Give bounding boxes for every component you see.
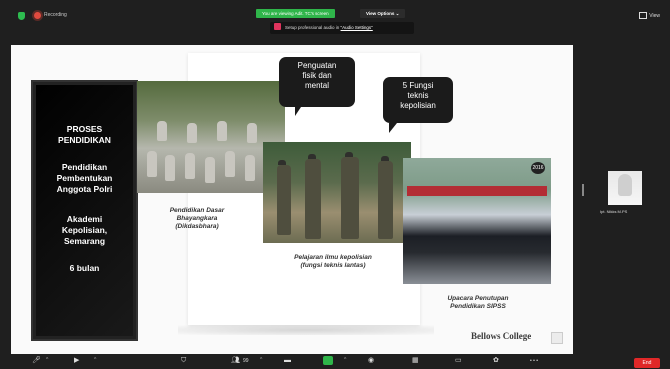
trainee-figure — [187, 123, 197, 143]
microphone-icon[interactable]: 🎤︎ — [32, 356, 41, 366]
slide-shadow — [178, 325, 434, 335]
view-button[interactable]: View — [639, 12, 660, 19]
box-line: Kepolisian, — [61, 225, 108, 235]
chevron-up-icon[interactable]: ^ — [260, 357, 262, 363]
breakout-icon[interactable]: ▦ — [412, 356, 419, 366]
participant-video-tile[interactable] — [608, 171, 642, 205]
audio-settings-icon — [274, 23, 281, 31]
caption-upacara: Upacara Penutupan Pendidikan SIPSS — [423, 295, 533, 311]
box-line: Pembentukan — [56, 173, 113, 183]
callout-line: teknis — [407, 91, 429, 100]
participants-icon[interactable]: 👥︎ — [231, 356, 240, 366]
caption-line: Pelajaran ilmu kepolisian — [294, 254, 372, 261]
ceremony-banner — [407, 186, 547, 196]
more-icon[interactable]: • • • — [530, 356, 538, 366]
trainee-figure — [157, 121, 167, 141]
trainee-figure — [165, 155, 175, 181]
view-button-label: View — [649, 12, 660, 19]
trainee-figure — [185, 153, 195, 179]
trainee-figure — [247, 123, 257, 143]
officer-figure — [277, 165, 291, 235]
box-line: Akademi — [66, 214, 103, 224]
caption-pelajaran: Pelajaran ilmu kepolisian (fungsi teknis… — [273, 254, 393, 270]
caption-line: (Dikdasbhara) — [175, 223, 219, 230]
photo-traffic-training — [263, 142, 411, 243]
meeting-topbar: Recording You are viewing Adit. TC's scr… — [0, 0, 670, 34]
proses-pendidikan-box: PROSES PENDIDIKAN Pendidikan Pembentukan… — [31, 80, 138, 341]
view-options-button[interactable]: View Options ⌄ — [360, 9, 406, 18]
panel-resize-handle[interactable] — [582, 184, 584, 196]
box-line: Semarang — [63, 236, 106, 246]
audio-settings-link[interactable]: "Audio Settings" — [341, 25, 373, 30]
security-icon[interactable]: ⛉ — [181, 356, 186, 366]
caption-line: Pendidikan SIPSS — [450, 303, 506, 310]
box-line: PENDIDIKAN — [58, 135, 111, 145]
security-shield-icon[interactable] — [18, 12, 25, 20]
gallery-view-icon — [639, 12, 648, 19]
photo-closing-ceremony: 2016 — [403, 158, 551, 284]
end-meeting-button[interactable]: End — [634, 358, 660, 368]
officer-figure — [378, 161, 393, 239]
callout-fungsi-teknis: 5 Fungsi teknis kepolisian — [383, 77, 453, 133]
caption-dikdasbhara: Pendidikan Dasar Bhayangkara (Dikdasbhar… — [147, 207, 247, 231]
callout-line: Penguatan — [297, 61, 337, 70]
trainee-figure — [147, 151, 157, 177]
recording-label: Recording — [44, 12, 67, 18]
trainee-figure — [205, 157, 215, 183]
trainee-figure — [225, 151, 235, 177]
officer-figure — [341, 157, 359, 239]
audio-notice-text: Setup professional audio in — [285, 25, 341, 30]
viewing-screen-notice: You are viewing Adit. TC's screen — [256, 9, 335, 18]
shared-screen-slide: PROSES PENDIDIKAN Pendidikan Pembentukan… — [11, 45, 573, 354]
caption-line: Pendidikan Dasar — [169, 207, 225, 214]
photo-year-badge: 2016 — [531, 162, 545, 174]
caption-line: (fungsi teknis lantas) — [300, 262, 366, 269]
callout-line: fisik dan — [302, 71, 332, 80]
officer-figure — [305, 159, 321, 239]
callout-line: mental — [304, 81, 329, 90]
share-screen-icon[interactable] — [323, 356, 333, 365]
trainee-figure — [217, 121, 227, 141]
slide-footer-brand: Bellows College — [471, 331, 532, 341]
participants-count: 99 — [243, 358, 249, 364]
video-icon[interactable]: ▶︎ — [74, 356, 79, 366]
participant-avatar — [618, 174, 632, 196]
callout-penguatan: Penguatan fisik dan mental — [279, 57, 355, 116]
chevron-up-icon[interactable]: ^ — [46, 357, 48, 363]
callout-line: 5 Fungsi — [402, 81, 434, 90]
trainee-figure — [245, 155, 255, 181]
caption-line: Upacara Penutupan — [447, 295, 509, 302]
box-line: Anggota Polri — [56, 184, 113, 194]
chevron-up-icon[interactable]: ^ — [344, 357, 346, 363]
participant-name-label: Ipt. Nikks M.PS — [600, 209, 628, 214]
meeting-toolbar: 🎤︎ ^ ▶︎ ^ ⛉ 👥︎ 99 ^ ▬ ^ ◉ ▦ ▭ ✿ • • • — [0, 354, 670, 369]
box-line: 6 bulan — [69, 263, 100, 273]
recording-icon[interactable] — [34, 12, 41, 19]
reactions-icon[interactable]: ▭ — [455, 356, 462, 366]
callout-line: kepolisian — [400, 101, 436, 110]
record-icon[interactable]: ◉ — [368, 356, 374, 366]
caption-line: Bhayangkara — [176, 215, 218, 222]
chat-icon[interactable]: ▬ — [284, 356, 291, 366]
box-line: PROSES — [66, 124, 103, 134]
chevron-up-icon[interactable]: ^ — [94, 357, 96, 363]
box-line: Pendidikan — [61, 162, 108, 172]
slide-corner-icon — [551, 332, 563, 344]
audio-settings-banner: Setup professional audio in "Audio Setti… — [270, 22, 414, 34]
apps-icon[interactable]: ✿ — [493, 356, 499, 366]
